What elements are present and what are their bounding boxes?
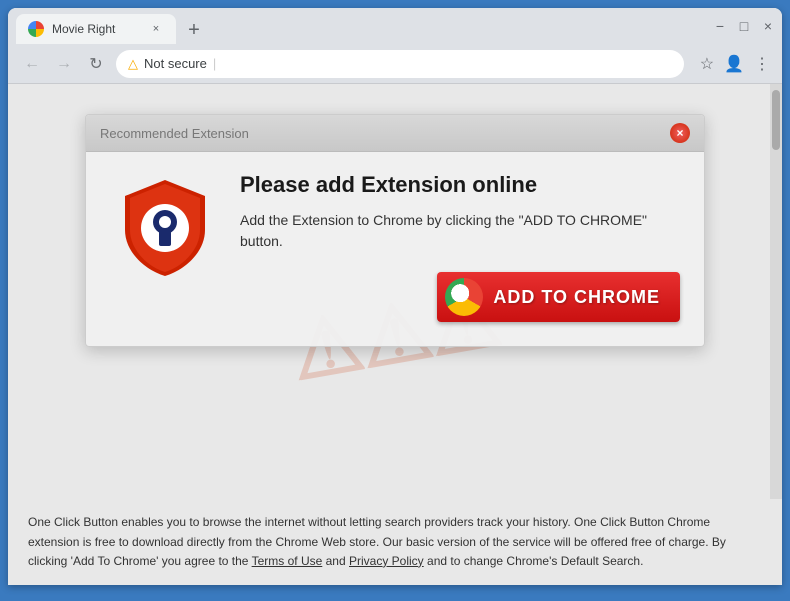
url-bar[interactable]: △ Not secure | <box>116 50 684 78</box>
menu-icon[interactable]: ⋮ <box>754 54 770 74</box>
modal-body: Please add Extension online Add the Exte… <box>86 152 704 346</box>
reload-button[interactable]: ↻ <box>84 54 108 74</box>
modal-header: Recommended Extension × <box>86 115 704 152</box>
chrome-logo-icon <box>445 278 483 316</box>
modal-description: Add the Extension to Chrome by clicking … <box>240 210 680 252</box>
browser-window: Movie Right × + − □ × ← → ↻ △ Not secure… <box>8 8 782 585</box>
extension-logo <box>110 172 220 282</box>
tab-bar: Movie Right × + <box>16 8 702 44</box>
new-tab-button[interactable]: + <box>180 16 208 44</box>
add-to-chrome-button[interactable]: ADD TO CHROME <box>437 272 680 322</box>
url-text: Not secure <box>144 56 207 71</box>
recommended-extension-modal: Recommended Extension × <box>85 114 705 347</box>
forward-button[interactable]: → <box>52 55 76 73</box>
window-controls: − □ × <box>714 20 774 32</box>
tab-favicon <box>28 21 44 37</box>
profile-icon[interactable]: 👤 <box>724 54 744 74</box>
modal-header-title: Recommended Extension <box>100 126 249 141</box>
security-warning-icon: △ <box>128 56 138 72</box>
add-to-chrome-label: ADD TO CHROME <box>493 287 660 308</box>
toolbar-icons: ☆ 👤 ⋮ <box>700 54 770 74</box>
page-content: ⚠⚠⚠ Recommended Extension × <box>8 84 782 585</box>
privacy-policy-link[interactable]: Privacy Policy <box>349 554 424 568</box>
url-separator: | <box>213 56 216 71</box>
tab-title: Movie Right <box>52 22 140 36</box>
minimize-button[interactable]: − <box>714 20 726 32</box>
bookmark-icon[interactable]: ☆ <box>700 54 714 74</box>
modal-text-area: Please add Extension online Add the Exte… <box>240 172 680 322</box>
modal-headline: Please add Extension online <box>240 172 680 198</box>
close-window-button[interactable]: × <box>762 20 774 32</box>
back-button[interactable]: ← <box>20 55 44 73</box>
active-tab[interactable]: Movie Right × <box>16 14 176 44</box>
maximize-button[interactable]: □ <box>738 20 750 32</box>
modal-close-button[interactable]: × <box>670 123 690 143</box>
footer-text: One Click Button enables you to browse t… <box>8 499 782 585</box>
title-bar: Movie Right × + − □ × <box>8 8 782 44</box>
page-main: Recommended Extension × <box>8 84 782 499</box>
tab-close-button[interactable]: × <box>148 21 164 37</box>
terms-of-use-link[interactable]: Terms of Use <box>252 554 323 568</box>
address-bar: ← → ↻ △ Not secure | ☆ 👤 ⋮ <box>8 44 782 84</box>
modal-overlay: Recommended Extension × <box>28 104 762 347</box>
